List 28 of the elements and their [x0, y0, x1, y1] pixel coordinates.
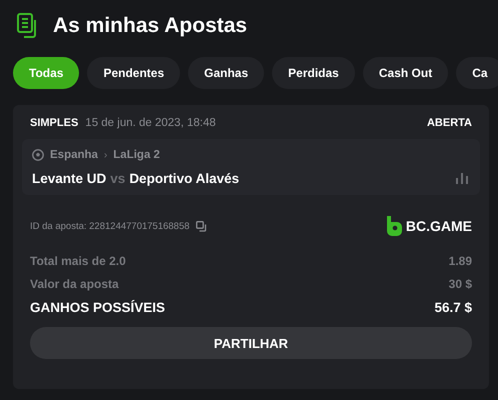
soccer-ball-icon: [32, 149, 44, 161]
bet-date: 15 de jun. de 2023, 18:48: [85, 117, 216, 129]
country-label: Espanha: [50, 149, 98, 161]
summary-label: GANHOS POSSÍVEIS: [30, 300, 166, 315]
brand-name: BC.GAME: [406, 218, 472, 234]
brand-logo-icon: [386, 216, 402, 236]
filter-tab[interactable]: Pendentes: [87, 57, 180, 89]
filter-tab[interactable]: Perdidas: [272, 57, 355, 89]
summary-value: 30 $: [448, 276, 472, 290]
filter-tab[interactable]: Ganhas: [188, 57, 264, 89]
copy-icon[interactable]: [196, 220, 207, 232]
bet-status: ABERTA: [426, 117, 472, 129]
summary-value: 56.7 $: [434, 300, 472, 315]
filter-tab[interactable]: Cash Out: [362, 57, 448, 89]
breadcrumb-separator: ›: [104, 150, 108, 160]
league-label: LaLiga 2: [113, 149, 160, 161]
summary-label: Valor da aposta: [30, 276, 119, 290]
versus-label: vs: [110, 171, 126, 186]
away-team: Deportivo Alavés: [129, 171, 240, 186]
bar-chart-icon[interactable]: [456, 173, 468, 184]
bet-type: SIMPLES: [30, 117, 78, 129]
home-team: Levante UD: [32, 171, 106, 186]
summary-label: Total mais de 2.0: [30, 254, 126, 268]
filter-tab[interactable]: Ca: [456, 57, 498, 89]
page-title: As minhas Apostas: [53, 14, 248, 38]
bet-id: ID da aposta: 2281244770175168858: [30, 220, 190, 232]
share-button[interactable]: PARTILHAR: [30, 327, 472, 359]
summary-value: 1.89: [448, 254, 472, 268]
